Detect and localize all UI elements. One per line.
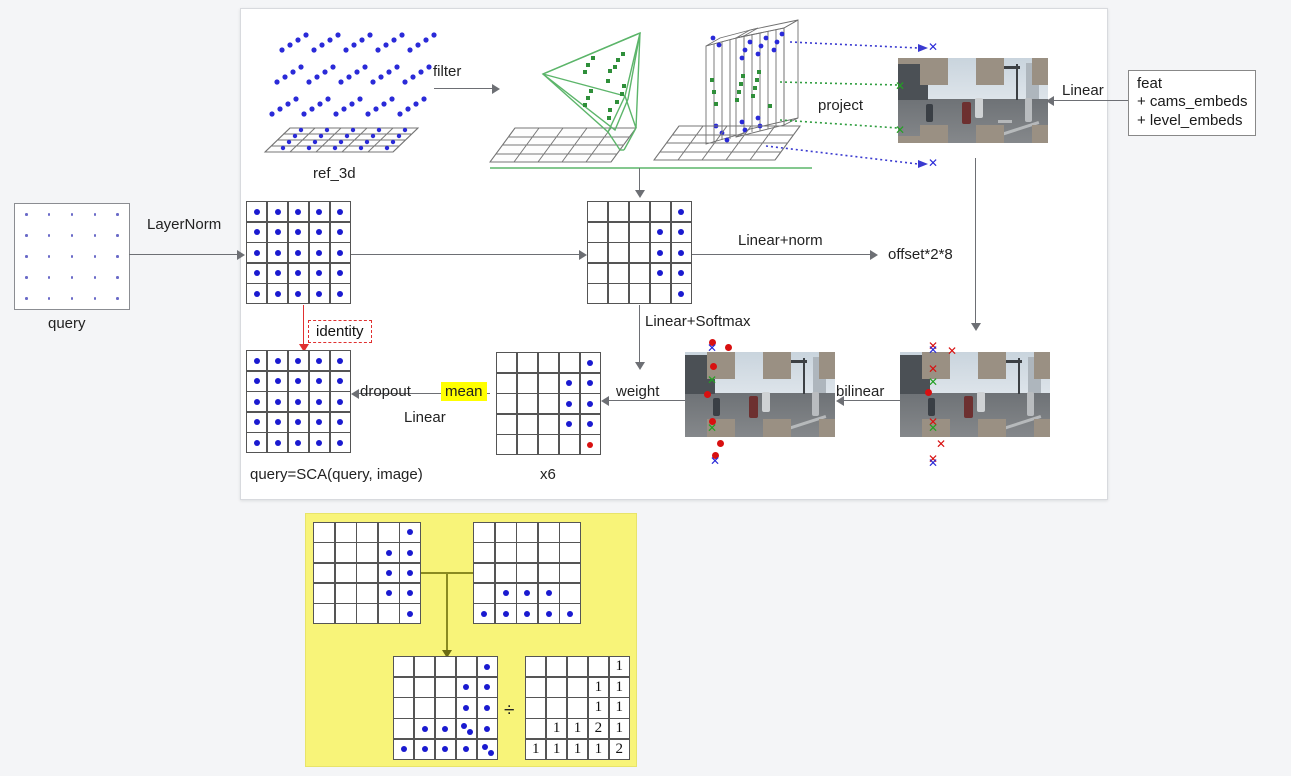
linear-norm-label: Linear+norm — [738, 232, 823, 249]
sample-dot-2 — [725, 344, 732, 351]
voxel-ground-plane — [653, 125, 801, 161]
offset-label: offset*2*8 — [888, 246, 953, 263]
project-label: project — [818, 97, 864, 114]
grid-to-middle-line — [351, 254, 581, 256]
sca-output-grid — [246, 350, 351, 453]
sample-dot-4 — [704, 391, 711, 398]
count-cell: 1 — [594, 740, 603, 757]
query-grid-after-layernorm — [246, 201, 351, 304]
count-cell: 2 — [615, 740, 624, 757]
sca-output-label: query=SCA(query, image) — [250, 466, 423, 483]
sample-dot-6 — [717, 440, 724, 447]
sample-green-x-1: ✕ — [707, 373, 718, 387]
count-cell: 1 — [573, 740, 582, 757]
ref3d-label: ref_3d — [313, 165, 356, 182]
linear-softmax-label: Linear+Softmax — [645, 313, 751, 330]
weight-arrowhead — [601, 396, 609, 406]
bilinear-label: bilinear — [836, 383, 885, 400]
bilinear-red-dot-1 — [925, 389, 932, 396]
voxel-green-dots — [710, 70, 772, 108]
bilinear-red-x-3: ✕ — [928, 362, 939, 376]
bilinear-red-x-5: ✕ — [936, 437, 947, 451]
filtered-ground-plane — [489, 127, 637, 163]
count-cell: 1 — [615, 678, 624, 695]
bilinear-green-x-2: ✕ — [928, 421, 939, 435]
yellow-connector-vertical — [446, 572, 448, 654]
dropout-label: dropout — [360, 383, 411, 400]
count-cell: 1 — [531, 740, 540, 757]
filter-arrow-line — [434, 88, 494, 90]
feature-image-top — [898, 58, 1048, 143]
grid-to-middle-arrowhead — [579, 250, 587, 260]
dropout-arrowhead — [351, 389, 359, 399]
bilinear-red-x-2: ✕ — [947, 344, 958, 358]
sample-dot-3 — [710, 363, 717, 370]
count-cell: 2 — [594, 720, 603, 737]
weight-label: weight — [616, 383, 660, 400]
bilinear-green-x-1: ✕ — [928, 375, 939, 389]
count-cell: 1 — [573, 720, 582, 737]
count-cell: 1 — [594, 678, 603, 695]
ref3d-dot-cloud — [269, 32, 437, 117]
mean-label: mean — [441, 382, 487, 402]
linear-norm-arrowhead — [870, 250, 878, 260]
frustum-to-grid-arrowhead — [635, 190, 645, 198]
bilinear-blue-x-2: ✕ — [928, 456, 939, 470]
feat-line-3: + level_embeds — [1137, 111, 1243, 129]
yellow-merged-grid — [393, 656, 498, 760]
offset-down-arrowhead — [971, 323, 981, 331]
projection-x-mark-top: ✕ — [928, 40, 939, 54]
linear-softmax-line — [639, 305, 641, 367]
count-cell: 1 — [552, 720, 561, 737]
voxel-boxes — [705, 19, 799, 145]
count-cell: 1 — [615, 720, 624, 737]
x6-label: x6 — [540, 466, 556, 483]
identity-label: identity — [308, 320, 372, 344]
divide-symbol: ÷ — [504, 700, 515, 721]
yellow-right-grid — [473, 522, 581, 624]
x6-grid — [496, 352, 601, 455]
linear-top-arrowhead — [1046, 96, 1054, 106]
sample-blue-x-2: ✕ — [710, 454, 721, 468]
linear-bottom-label: Linear — [404, 409, 446, 426]
bilinear-blue-x-1: ✕ — [928, 343, 939, 357]
offset-down-line — [975, 158, 977, 328]
count-cell: 1 — [552, 740, 561, 757]
count-cell: 1 — [594, 699, 603, 716]
feat-box: feat + cams_embeds + level_embeds — [1128, 70, 1257, 136]
filter-arrowhead — [492, 84, 500, 94]
sample-blue-x-1: ✕ — [707, 341, 718, 355]
filter-label: filter — [433, 63, 462, 80]
feature-image-green-x-bottom: ✕ — [895, 123, 906, 137]
sample-green-x-2: ✕ — [707, 421, 718, 435]
count-cell: 1 — [615, 658, 624, 675]
diagram-canvas: query LayerNorm ref_3d filter project ✕ … — [0, 0, 1291, 776]
linear-top-arrow-line — [1052, 100, 1128, 102]
linear-softmax-arrowhead — [635, 362, 645, 370]
yellow-left-grid — [313, 522, 421, 624]
bilinear-image — [900, 352, 1050, 437]
middle-sample-grid — [587, 201, 692, 304]
linear-norm-arrow-line — [692, 254, 872, 256]
count-cell: 1 — [615, 699, 624, 716]
feat-line-1: feat — [1137, 75, 1163, 92]
linear-top-label: Linear — [1062, 82, 1104, 99]
projection-x-mark-bottom: ✕ — [928, 156, 939, 170]
feat-line-2: + cams_embeds — [1137, 93, 1248, 111]
feature-image-green-x-top: ✕ — [895, 79, 906, 93]
yellow-count-grid: 1 1 1 1 1 1 1 2 1 1 1 1 1 2 — [525, 656, 630, 760]
